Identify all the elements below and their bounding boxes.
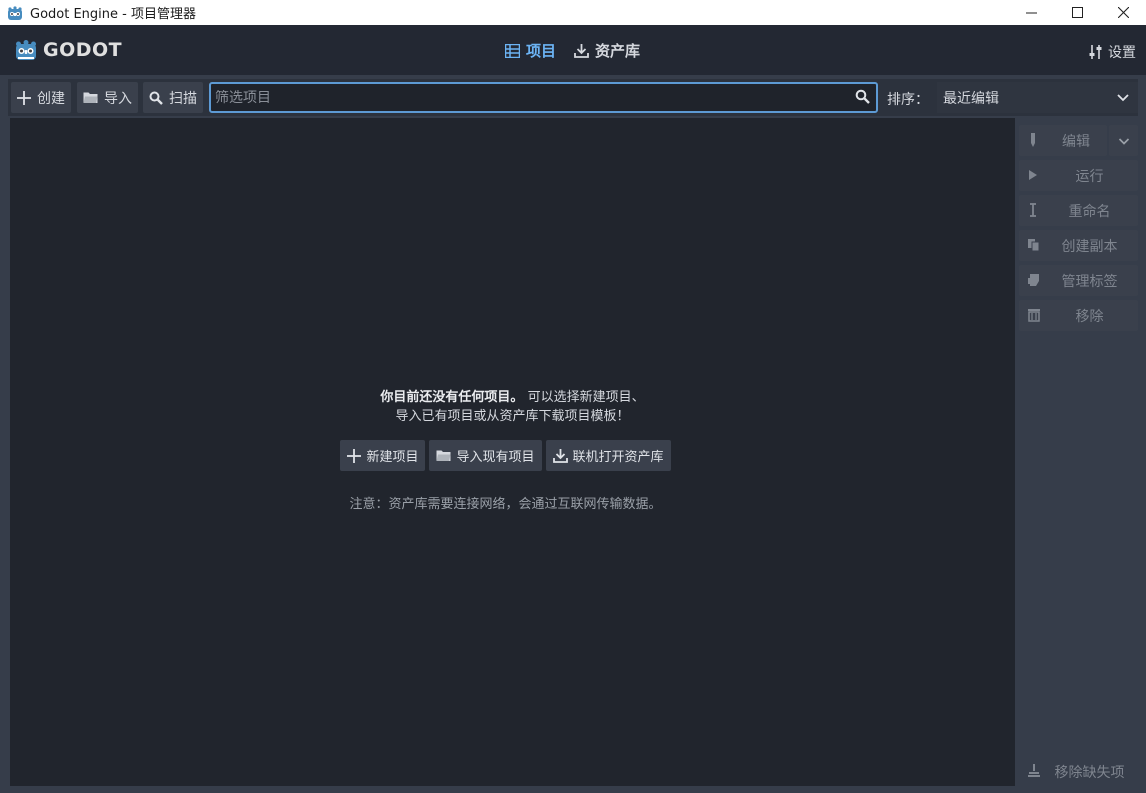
open-asset-library-label: 联机打开资产库: [572, 450, 664, 465]
import-label: 导入: [104, 90, 132, 107]
minimize-button[interactable]: [1008, 0, 1054, 25]
tab-projects-label: 项目: [526, 42, 557, 60]
search-icon: [855, 89, 870, 104]
import-button[interactable]: 导入: [77, 82, 138, 113]
plus-icon: [17, 90, 31, 105]
download-icon: [574, 44, 589, 58]
scan-label: 扫描: [169, 90, 197, 107]
settings-label: 设置: [1108, 45, 1136, 61]
empty-state-actions: 新建项目 导入现有项目 联机打开资产库: [10, 440, 1015, 471]
settings-button[interactable]: 设置: [1089, 42, 1136, 62]
sort-dropdown[interactable]: 最近编辑: [937, 82, 1138, 113]
search-icon: [149, 91, 163, 105]
import-existing-label: 导入现有项目: [456, 450, 535, 465]
trash-icon: [1028, 309, 1040, 322]
godot-logo: GODOT: [14, 38, 122, 62]
plus-icon: [347, 448, 362, 463]
chevron-down-icon: [1118, 137, 1129, 145]
new-project-button[interactable]: 新建项目: [340, 440, 426, 471]
create-button[interactable]: 创建: [11, 82, 71, 113]
empty-message-line1: 你目前还没有任何项目。 可以选择新建项目、: [10, 388, 1015, 407]
manage-tags-button[interactable]: 管理标签: [1019, 265, 1138, 296]
main-tabs: 项目 资产库: [505, 40, 640, 61]
maximize-button[interactable]: [1054, 0, 1100, 25]
empty-message-bold: 你目前还没有任何项目。: [380, 390, 524, 405]
empty-message-rest: 可以选择新建项目、: [523, 390, 645, 405]
maximize-icon: [1071, 7, 1083, 18]
chevron-down-icon: [1117, 94, 1129, 102]
window-bottom-edge: [0, 788, 1146, 793]
edit-button[interactable]: 编辑: [1019, 125, 1107, 156]
edit-options-dropdown[interactable]: [1109, 125, 1138, 156]
app-header: GODOT 项目 资产库 设置: [0, 25, 1146, 75]
filter-projects-field: [209, 82, 878, 113]
play-icon: [1029, 170, 1037, 180]
window-titlebar: Godot Engine - 项目管理器: [0, 0, 1146, 25]
project-list: 你目前还没有任何项目。 可以选择新建项目、 导入已有项目或从资产库下载项目模板！…: [10, 118, 1015, 786]
close-button[interactable]: [1100, 0, 1146, 25]
tab-asset-library[interactable]: 资产库: [574, 40, 640, 61]
project-list-icon: [505, 43, 520, 58]
tag-icon: [1028, 274, 1039, 286]
network-note: 注意：资产库需要连接网络，会通过互联网传输数据。: [349, 497, 662, 512]
folder-icon: [83, 92, 98, 103]
empty-message-line2: 导入已有项目或从资产库下载项目模板！: [395, 409, 630, 424]
new-project-label: 新建项目: [366, 450, 419, 465]
rename-button[interactable]: 重命名: [1019, 195, 1138, 226]
import-existing-button[interactable]: 导入现有项目: [429, 440, 542, 471]
duplicate-icon: [1028, 239, 1040, 252]
tab-projects[interactable]: 项目: [505, 40, 556, 61]
remove-button[interactable]: 移除: [1019, 300, 1138, 331]
pencil-icon: [1031, 133, 1035, 147]
folder-icon: [436, 450, 451, 461]
scan-button[interactable]: 扫描: [143, 82, 203, 113]
sort-label: 排序：: [887, 92, 929, 108]
minimize-icon: [1025, 12, 1037, 14]
run-button[interactable]: 运行: [1019, 160, 1138, 191]
download-icon: [552, 449, 568, 463]
duplicate-button[interactable]: 创建副本: [1019, 230, 1138, 261]
project-toolbar: 创建 导入 扫描 排序： 最近编辑: [8, 79, 1138, 116]
godot-app-icon: [8, 5, 22, 20]
close-icon: [1117, 7, 1129, 18]
text-cursor-icon: [1030, 203, 1036, 217]
project-actions-panel: 编辑 运行 重命名 创建副本 管理标签 移除 移除缺失项: [1015, 118, 1144, 786]
window-controls: [1008, 0, 1146, 25]
sort-value: 最近编辑: [943, 90, 999, 107]
godot-logo-icon: [16, 40, 36, 60]
logo-text: GODOT: [43, 39, 123, 61]
remove-missing-button[interactable]: 移除缺失项: [1019, 757, 1138, 786]
create-label: 创建: [37, 90, 65, 107]
settings-sliders-icon: [1089, 45, 1102, 59]
broom-icon: [1028, 764, 1040, 777]
filter-projects-input[interactable]: [215, 89, 845, 106]
open-asset-library-button[interactable]: 联机打开资产库: [545, 440, 671, 471]
tab-asset-library-label: 资产库: [595, 42, 641, 60]
empty-state: 你目前还没有任何项目。 可以选择新建项目、 导入已有项目或从资产库下载项目模板！…: [10, 388, 1015, 512]
window-title: Godot Engine - 项目管理器: [30, 7, 196, 22]
